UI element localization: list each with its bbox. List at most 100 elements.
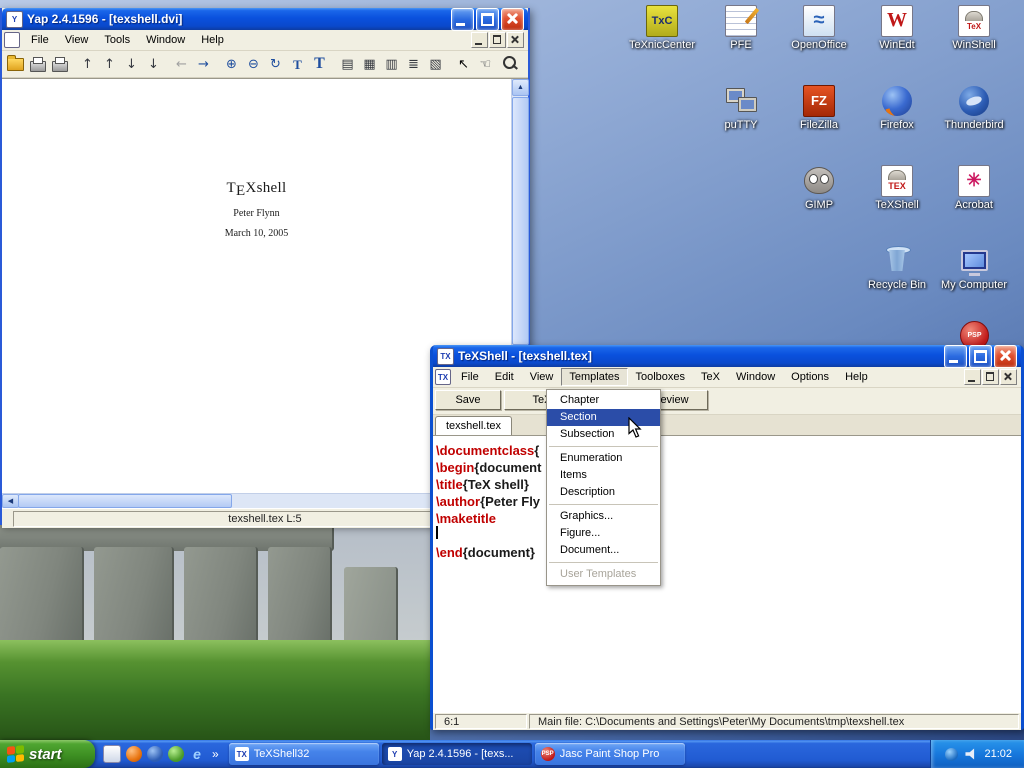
task-texshell32[interactable]: TX TeXShell32	[229, 743, 379, 765]
menu-help[interactable]: Help	[837, 368, 876, 386]
menu-item-chapter[interactable]: Chapter	[547, 392, 660, 409]
thunderbird-quicklaunch-icon[interactable]	[147, 746, 163, 762]
templates-dropdown-menu: Chapter Section Subsection Enumeration I…	[546, 389, 661, 586]
last-page-icon[interactable]: ↓	[143, 54, 164, 75]
refresh-icon[interactable]: ↻	[265, 54, 286, 75]
close-button[interactable]	[501, 8, 524, 31]
desktop-icon-openoffice[interactable]: ≈ OpenOffice	[780, 4, 858, 51]
menu-item-section[interactable]: Section	[547, 409, 660, 426]
select-tool-icon[interactable]: ↖	[453, 54, 474, 75]
menu-tools[interactable]: Tools	[96, 31, 138, 49]
print-setup-icon[interactable]	[49, 54, 70, 75]
close-button[interactable]	[994, 345, 1017, 368]
menu-item-items[interactable]: Items	[547, 467, 660, 484]
desktop-icon-acrobat[interactable]: ✳ Acrobat	[935, 164, 1013, 211]
minimize-button[interactable]	[451, 8, 474, 31]
start-button[interactable]: start	[0, 740, 95, 768]
menu-item-enumeration[interactable]: Enumeration	[547, 450, 660, 467]
open-icon[interactable]	[5, 54, 26, 75]
desktop-icon-recycle-bin[interactable]: Recycle Bin	[858, 244, 936, 291]
desktop-icon-pfe[interactable]: PFE	[702, 4, 780, 51]
desktop-icon-gimp[interactable]: GIMP	[780, 164, 858, 211]
show-desktop-icon[interactable]	[103, 745, 121, 763]
menu-item-description[interactable]: Description	[547, 484, 660, 501]
task-paint-shop-pro[interactable]: PSP Jasc Paint Shop Pro	[535, 743, 685, 765]
maximize-button[interactable]	[969, 345, 992, 368]
minimize-button[interactable]	[944, 345, 967, 368]
menu-options[interactable]: Options	[783, 368, 837, 386]
menu-item-figure[interactable]: Figure...	[547, 525, 660, 542]
yap-titlebar[interactable]: Y Yap 2.4.1596 - [texshell.dvi]	[2, 8, 528, 30]
internet-explorer-icon[interactable]: e	[189, 746, 205, 762]
menu-view[interactable]: View	[57, 31, 97, 49]
menu-item-graphics[interactable]: Graphics...	[547, 508, 660, 525]
menu-file[interactable]: File	[23, 31, 57, 49]
menu-window[interactable]: Window	[138, 31, 193, 49]
menu-tex[interactable]: TeX	[693, 368, 728, 386]
layout-grid-icon[interactable]: ▦	[359, 54, 380, 75]
editor-line: \title{TeX shell}	[436, 476, 1021, 493]
mdi-restore-button[interactable]	[982, 369, 999, 385]
mdi-restore-button[interactable]	[489, 32, 506, 48]
horizontal-scroll-thumb[interactable]	[18, 494, 232, 508]
zoom-in-icon[interactable]: ⊕	[221, 54, 242, 75]
scroll-left-icon[interactable]: ◀	[2, 494, 19, 508]
texshell-doc-icon: TX	[435, 369, 451, 385]
messenger-quicklaunch-icon[interactable]	[168, 746, 184, 762]
icon-label: Firefox	[858, 119, 936, 131]
desktop-icon-winshell[interactable]: TeX WinShell	[935, 4, 1013, 51]
forward-icon[interactable]: →	[193, 54, 214, 75]
editor-area[interactable]: \documentclass{ \begin{document \title{T…	[433, 436, 1021, 713]
mdi-minimize-button[interactable]	[964, 369, 981, 385]
prev-page-icon[interactable]: ↑	[99, 54, 120, 75]
texniccenter-icon: TxC	[646, 4, 679, 37]
tab-texshell-tex[interactable]: texshell.tex	[435, 416, 512, 435]
back-icon[interactable]: ←	[171, 54, 192, 75]
hand-tool-icon[interactable]: ☜	[475, 54, 496, 75]
menu-file[interactable]: File	[453, 368, 487, 386]
menu-item-subsection[interactable]: Subsection	[547, 426, 660, 443]
zoom-out-icon[interactable]: ⊖	[243, 54, 264, 75]
icon-label: WinShell	[935, 39, 1013, 51]
print-icon[interactable]	[27, 54, 48, 75]
desktop-icon-texshell[interactable]: TEX TeXShell	[858, 164, 936, 211]
first-page-icon[interactable]: ↑	[77, 54, 98, 75]
mdi-minimize-button[interactable]	[471, 32, 488, 48]
mdi-close-button[interactable]	[1000, 369, 1017, 385]
next-page-icon[interactable]: ↓	[121, 54, 142, 75]
volume-tray-icon[interactable]	[965, 748, 977, 760]
text-mode-icon[interactable]: T	[287, 54, 308, 75]
desktop-icon-winedt[interactable]: W WinEdt	[858, 4, 936, 51]
layout-columns-icon[interactable]: ▥	[381, 54, 402, 75]
menu-templates[interactable]: Templates	[561, 368, 627, 386]
task-yap[interactable]: Y Yap 2.4.1596 - [texs...	[382, 743, 532, 765]
maximize-button[interactable]	[476, 8, 499, 31]
menu-help[interactable]: Help	[193, 31, 232, 49]
yap-menubar: File View Tools Window Help	[2, 30, 528, 51]
layout-facing-icon[interactable]: ▧	[425, 54, 446, 75]
quicklaunch-overflow-chevron[interactable]: »	[210, 747, 221, 761]
layout-single-icon[interactable]: ▤	[337, 54, 358, 75]
magnifier-tool-icon[interactable]	[497, 54, 518, 75]
firefox-quicklaunch-icon[interactable]	[126, 746, 142, 762]
layout-continuous-icon[interactable]: ≣	[403, 54, 424, 75]
vertical-scroll-thumb[interactable]	[512, 97, 529, 345]
desktop-icon-putty[interactable]: puTTY	[702, 84, 780, 131]
desktop-icon-firefox[interactable]: Firefox	[858, 84, 936, 131]
save-button[interactable]: Save	[435, 390, 501, 410]
menu-item-document[interactable]: Document...	[547, 542, 660, 559]
menu-window[interactable]: Window	[728, 368, 783, 386]
menu-toolboxes[interactable]: Toolboxes	[628, 368, 694, 386]
desktop-icon-thunderbird[interactable]: Thunderbird	[935, 84, 1013, 131]
network-tray-icon[interactable]	[945, 748, 958, 761]
desktop-icon-texniccenter[interactable]: TxC TeXnicCenter	[623, 4, 701, 51]
desktop-icon-filezilla[interactable]: FZ FileZilla	[780, 84, 858, 131]
menu-view[interactable]: View	[522, 368, 562, 386]
desktop-icon-my-computer[interactable]: My Computer	[935, 244, 1013, 291]
texshell-titlebar[interactable]: TX TeXShell - [texshell.tex]	[433, 345, 1021, 367]
scroll-up-icon[interactable]: ▲	[512, 79, 529, 96]
text-large-icon[interactable]: T	[309, 54, 330, 75]
mdi-close-button[interactable]	[507, 32, 524, 48]
menu-item-user-templates[interactable]: User Templates	[547, 566, 660, 583]
menu-edit[interactable]: Edit	[487, 368, 522, 386]
